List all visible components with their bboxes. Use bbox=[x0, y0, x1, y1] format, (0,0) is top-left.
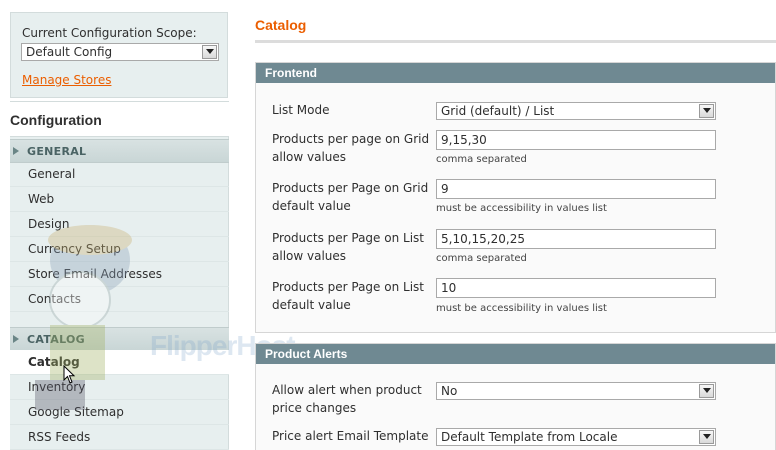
grid-allow-values-label: Products per page on Grid allow values bbox=[272, 132, 430, 164]
allow-price-alert-value: No bbox=[441, 384, 458, 398]
frontend-section: Frontend List Mode Grid (default) / List… bbox=[255, 62, 776, 333]
chevron-down-icon[interactable] bbox=[699, 384, 714, 398]
sidebar-item-label: Web bbox=[28, 192, 55, 206]
scope-switcher-panel: Current Configuration Scope: Default Con… bbox=[10, 12, 228, 98]
expand-triangle-icon bbox=[13, 335, 19, 343]
sidebar-item-rss-feeds[interactable]: RSS Feeds bbox=[10, 425, 229, 450]
sidebar-item-label: General bbox=[28, 167, 76, 181]
sidebar-item-general[interactable]: General bbox=[10, 162, 229, 187]
list-mode-select[interactable]: Grid (default) / List bbox=[436, 102, 716, 120]
expand-triangle-icon bbox=[13, 147, 19, 155]
scope-label: Current Configuration Scope: bbox=[22, 26, 197, 40]
title-divider bbox=[255, 40, 776, 43]
grid-default-value-label: Products per Page on Grid default value bbox=[272, 181, 429, 213]
list-allow-values-note: comma separated bbox=[436, 253, 527, 264]
manage-stores-link[interactable]: Manage Stores bbox=[22, 73, 111, 87]
section-header-frontend[interactable]: Frontend bbox=[256, 63, 775, 83]
list-allow-values-label: Products per Page on List allow values bbox=[272, 231, 424, 263]
grid-default-value-input[interactable]: 9 bbox=[436, 179, 716, 199]
scope-select[interactable]: Default Config bbox=[21, 43, 219, 61]
price-alert-template-select[interactable]: Default Template from Locale bbox=[436, 428, 716, 446]
list-mode-label: List Mode bbox=[272, 103, 330, 117]
group-general[interactable]: GENERAL bbox=[10, 139, 229, 163]
group-label: GENERAL bbox=[27, 145, 87, 158]
sidebar-item-web[interactable]: Web bbox=[10, 187, 229, 212]
chevron-down-icon[interactable] bbox=[202, 45, 217, 59]
configuration-heading-bar: Configuration bbox=[10, 101, 229, 137]
list-default-value-label: Products per Page on List default value bbox=[272, 280, 424, 312]
allow-price-alert-label: Allow alert when product price changes bbox=[272, 383, 422, 415]
price-alert-template-label: Price alert Email Template bbox=[272, 429, 429, 443]
product-alerts-section: Product Alerts Allow alert when product … bbox=[255, 343, 776, 450]
list-mode-value: Grid (default) / List bbox=[441, 104, 555, 118]
allow-price-alert-select[interactable]: No bbox=[436, 382, 716, 400]
price-alert-template-value: Default Template from Locale bbox=[441, 430, 618, 444]
grid-allow-values-input[interactable]: 9,15,30 bbox=[436, 130, 716, 150]
mouse-cursor-icon bbox=[63, 365, 76, 384]
sidebar-item-label: RSS Feeds bbox=[28, 430, 91, 444]
section-header-product-alerts[interactable]: Product Alerts bbox=[256, 344, 775, 364]
list-default-value-note: must be accessibility in values list bbox=[436, 303, 607, 314]
chevron-down-icon[interactable] bbox=[699, 430, 714, 444]
grid-allow-values-note: comma separated bbox=[436, 154, 527, 165]
watermark-mascot-icon bbox=[35, 225, 132, 410]
list-default-value-input[interactable]: 10 bbox=[436, 278, 716, 298]
scope-select-value: Default Config bbox=[26, 45, 113, 59]
chevron-down-icon[interactable] bbox=[699, 104, 714, 118]
configuration-title: Configuration bbox=[10, 112, 102, 128]
grid-default-value-note: must be accessibility in values list bbox=[436, 203, 607, 214]
page-title: Catalog bbox=[255, 17, 307, 33]
list-allow-values-input[interactable]: 5,10,15,20,25 bbox=[436, 229, 716, 249]
